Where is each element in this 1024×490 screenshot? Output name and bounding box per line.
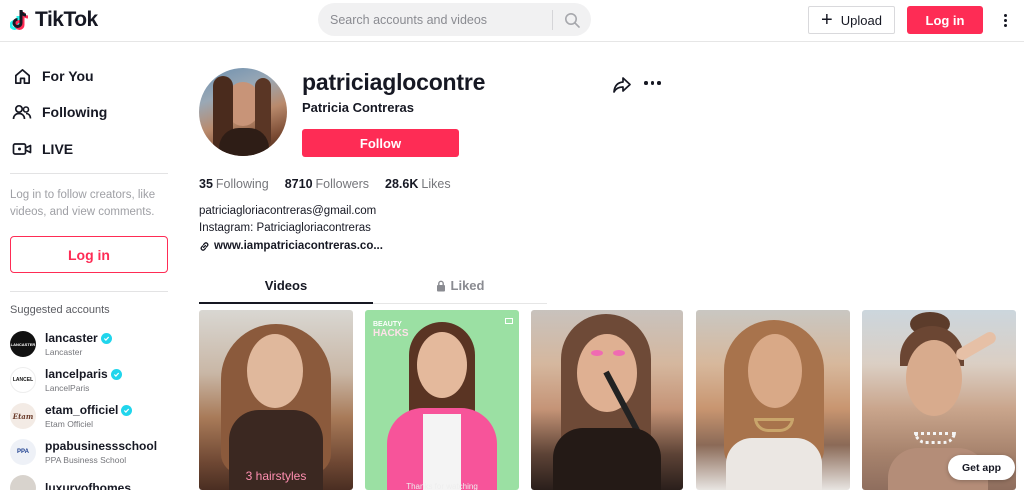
account-name: lancelparis (45, 367, 122, 381)
profile-stats: 35 Following 8710 Followers 28.6K Likes (199, 177, 451, 191)
suggested-account[interactable]: LANCEL lancelparis LancelParis (10, 367, 122, 393)
profile-tabs: Videos Liked (199, 278, 547, 304)
bio-email: patriciagloriacontreras@gmail.com (199, 205, 377, 217)
stat-label: Followers (315, 177, 370, 191)
profile-link[interactable]: www.iampatriciacontreras.co... (199, 240, 383, 252)
video-caption: 3 hairstyles (245, 469, 307, 483)
stat-value: 35 (199, 177, 213, 191)
tab-liked-label: Liked (450, 278, 485, 293)
video-thumbnail[interactable] (696, 310, 850, 490)
account-display-name: Etam Officiel (45, 419, 94, 429)
profile-bio: patriciagloriacontreras@gmail.com Instag… (199, 203, 376, 237)
users-icon (12, 102, 32, 122)
gallery-icon (505, 318, 513, 324)
active-tab-indicator (199, 302, 373, 304)
login-hint-text: Log in to follow creators, like videos, … (10, 189, 156, 218)
sidebar-login-button[interactable]: Log in (10, 236, 168, 273)
sidebar-divider (10, 173, 168, 174)
video-figure-shirt (423, 414, 461, 490)
verified-icon (121, 404, 133, 416)
account-display-name: LancelParis (45, 383, 90, 393)
search-input[interactable]: Search accounts and videos (318, 13, 552, 27)
suggested-account[interactable]: LANCASTER lancaster Lancaster (10, 331, 112, 357)
search-bar[interactable]: Search accounts and videos (318, 3, 591, 36)
account-username: ppabusinessschool (45, 439, 158, 453)
sidebar-item-label: LIVE (42, 141, 74, 157)
avatar: LANCASTER (10, 331, 36, 357)
video-thumbnail[interactable]: BEAUTY HACKS Thanks for watching (365, 310, 519, 490)
plus-icon: + (821, 9, 833, 31)
sidebar-item-live[interactable]: LIVE (12, 139, 73, 159)
follow-button[interactable]: Follow (302, 129, 459, 157)
profile-full-name: Patricia Contreras (302, 100, 414, 115)
stat-value: 28.6K (385, 177, 419, 191)
stat-value: 8710 (284, 177, 313, 191)
tiktok-logo-icon (10, 9, 29, 30)
stat-likes: 28.6K Likes (385, 177, 451, 191)
more-options-icon[interactable] (996, 8, 1014, 32)
account-name: etam_officiel (45, 403, 133, 417)
link-icon (200, 241, 209, 251)
upload-button[interactable]: + Upload (808, 6, 895, 34)
sidebar-divider (10, 291, 168, 292)
account-display-name: Lancaster (45, 347, 83, 357)
profile-avatar (199, 68, 287, 156)
get-app-button[interactable]: Get app (948, 455, 1015, 480)
link-text: www.iampatriciacontreras.co... (214, 240, 383, 252)
avatar: LANCEL (10, 367, 36, 393)
stat-followers[interactable]: 8710 Followers (285, 177, 369, 191)
suggested-account[interactable]: PPA ppabusinessschool PPA Business Schoo… (10, 439, 157, 465)
tab-videos[interactable]: Videos (199, 278, 373, 293)
logo-text: TikTok (35, 8, 98, 31)
suggested-account[interactable]: Etam etam_officiel Etam Officiel (10, 403, 133, 429)
sidebar: For You Following LIVE Log in to follow … (0, 43, 180, 490)
lock-icon (436, 280, 445, 291)
share-icon[interactable] (612, 75, 632, 95)
account-username: lancelparis (45, 367, 108, 381)
tab-liked[interactable]: Liked (373, 278, 547, 293)
sidebar-item-for-you[interactable]: For You (12, 66, 94, 86)
home-icon (12, 66, 32, 86)
search-icon (565, 12, 580, 28)
profile-username: patriciaglocontre (302, 69, 486, 95)
sidebar-item-label: Following (42, 104, 108, 120)
video-tag-bottom: HACKS (373, 328, 409, 339)
account-username: luxuryofhomes (45, 481, 132, 490)
more-profile-options-icon[interactable] (644, 81, 661, 85)
suggested-account[interactable]: luxuryofhomes (10, 475, 131, 490)
suggested-accounts-title: Suggested accounts (10, 304, 110, 316)
top-header: TikTok Search accounts and videos + Uplo… (0, 0, 1024, 42)
account-display-name: PPA Business School (45, 455, 127, 465)
video-tag: BEAUTY HACKS (373, 320, 409, 339)
bio-instagram: Instagram: Patriciagloriacontreras (199, 222, 371, 234)
avatar (10, 475, 36, 490)
stat-label: Likes (421, 177, 451, 191)
account-name: lancaster (45, 331, 112, 345)
account-username: lancaster (45, 331, 98, 345)
avatar: Etam (10, 403, 36, 429)
sidebar-item-following[interactable]: Following (12, 102, 107, 122)
tiktok-logo[interactable]: TikTok (10, 8, 98, 32)
video-thumbnail[interactable]: 3 hairstyles (199, 310, 353, 490)
sidebar-item-label: For You (42, 68, 94, 84)
account-username: etam_officiel (45, 403, 119, 417)
verified-icon (110, 368, 122, 380)
video-thumbnail[interactable] (531, 310, 683, 490)
live-icon (12, 139, 32, 159)
avatar: PPA (10, 439, 36, 465)
header-login-button[interactable]: Log in (907, 6, 983, 34)
account-name: ppabusinessschool (45, 439, 157, 453)
video-caption: Thanks for watching (406, 482, 478, 490)
stat-following[interactable]: 35 Following (199, 177, 269, 191)
account-name: luxuryofhomes (45, 481, 131, 490)
search-button[interactable] (553, 3, 591, 36)
stat-label: Following (215, 177, 269, 191)
verified-icon (100, 332, 112, 344)
upload-label: Upload (840, 12, 882, 28)
